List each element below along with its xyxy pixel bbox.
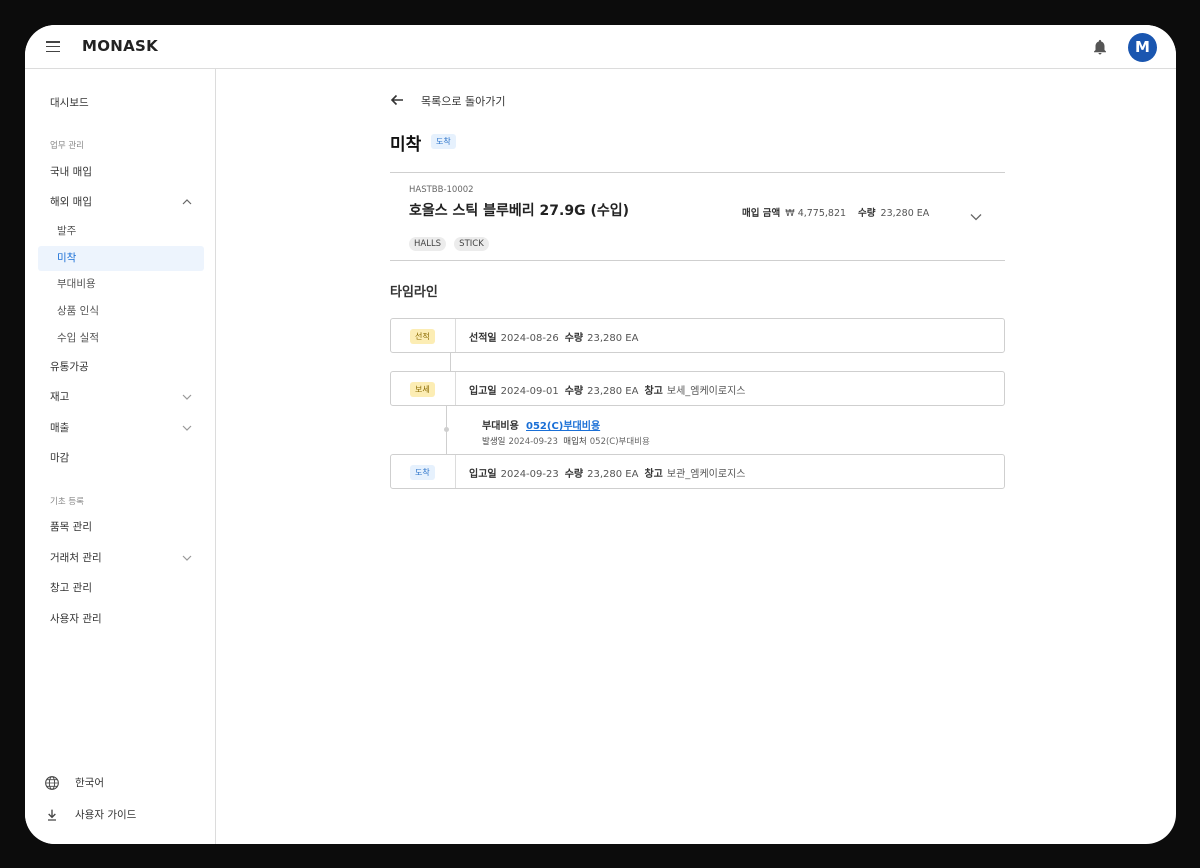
download-icon	[48, 809, 56, 821]
warehouse-label: 창고	[644, 386, 663, 397]
nav-sales-label: 매출	[50, 422, 70, 434]
warehouse-value: 보세_엠케이로지스	[666, 386, 746, 397]
chevron-down-icon	[182, 555, 192, 561]
qty-label: 수량	[858, 208, 876, 219]
nav-sub-pending[interactable]: 미착	[38, 246, 204, 271]
nav-dashboard[interactable]: 대시보드	[38, 91, 204, 116]
product-code: HASTBB-10002	[409, 185, 474, 195]
occurred-date-label: 발생일	[482, 437, 506, 447]
nav-section-base: 기초 등록	[50, 497, 84, 507]
qty-label: 수량	[564, 386, 584, 397]
product-summary-card[interactable]: HASTBB-10002 호올스 스틱 블루베리 27.9G (수입) HALL…	[390, 172, 1005, 261]
timeline-status-badge: 도착	[410, 465, 435, 480]
user-avatar[interactable]: M	[1128, 33, 1157, 62]
timeline-title: 타임라인	[390, 285, 438, 300]
timeline-dot	[444, 427, 449, 432]
product-name: 호올스 스틱 블루베리 27.9G (수입)	[409, 203, 630, 219]
date-value: 2024-09-01	[500, 386, 559, 397]
page-title: 미착	[390, 135, 422, 155]
tag-chip: STICK	[454, 237, 489, 251]
date-label: 입고일	[469, 469, 497, 480]
timeline-row: 선적 선적일 2024-08-26 수량 23,280 EA	[390, 318, 1005, 353]
product-tags: HALLS STICK	[409, 231, 492, 251]
timeline-connector	[450, 353, 451, 371]
app-screen: MONASK M 대시보드 업무 관리 국내 매입 해외 매입 발주 미착 부대…	[25, 25, 1176, 844]
nav-partners-label: 거래처 관리	[50, 552, 102, 564]
occurred-date: 2024-09-23	[508, 437, 558, 447]
qty-label: 수량	[564, 469, 584, 480]
sidebar: 대시보드 업무 관리 국내 매입 해외 매입 발주 미착 부대비용 상품 인식 …	[25, 69, 216, 844]
qty-value: 23,280 EA	[587, 386, 639, 397]
date-value: 2024-08-26	[500, 333, 559, 344]
chevron-down-icon	[182, 425, 192, 431]
timeline-row-details: 선적일 2024-08-26 수량 23,280 EA	[469, 329, 638, 344]
extra-cost-link[interactable]: 052(C)부대비용	[526, 421, 600, 432]
amount-label: 매입 금액	[742, 208, 781, 219]
timeline-row-details: 입고일 2024-09-23 수량 23,280 EA 창고 보관_엠케이로지스	[469, 465, 745, 480]
nav-section-work: 업무 관리	[50, 141, 84, 151]
chevron-up-icon	[182, 199, 192, 205]
timeline-status-badge: 보세	[410, 382, 435, 397]
nav-overseas-purchase[interactable]: 해외 매입	[38, 190, 204, 215]
back-label: 목록으로 돌아가기	[421, 95, 506, 108]
nav-sub-extra-cost[interactable]: 부대비용	[38, 272, 204, 297]
nav-inventory[interactable]: 재고	[38, 385, 204, 410]
extra-cost-entry: 부대비용 052(C)부대비용 발생일 2024-09-23 매입처 052(C)부…	[482, 417, 650, 447]
top-bar: MONASK M	[25, 25, 1176, 69]
nav-sub-import-record[interactable]: 수입 실적	[38, 326, 204, 351]
date-label: 입고일	[469, 386, 497, 397]
nav-warehouse[interactable]: 창고 관리	[38, 576, 204, 601]
qty-value: 23,280 EA	[587, 469, 639, 480]
timeline-status-badge: 선적	[410, 329, 435, 344]
nav-overseas-label: 해외 매입	[50, 196, 92, 208]
nav-domestic-purchase[interactable]: 국내 매입	[38, 160, 204, 185]
amount-value: ₩ 4,775,821	[785, 208, 847, 219]
nav-sub-order[interactable]: 발주	[38, 219, 204, 244]
timeline-row-details: 입고일 2024-09-01 수량 23,280 EA 창고 보세_엠케이로지스	[469, 382, 745, 397]
hamburger-menu-icon[interactable]	[46, 41, 60, 53]
qty-value: 23,280 EA	[880, 208, 930, 219]
nav-inventory-label: 재고	[50, 391, 70, 403]
nav-sales[interactable]: 매출	[38, 416, 204, 441]
qty-label: 수량	[564, 333, 584, 344]
vendor-value: 052(C)부대비용	[589, 437, 650, 447]
status-badge: 도착	[431, 134, 456, 149]
nav-items[interactable]: 품목 관리	[38, 515, 204, 540]
timeline-row: 보세 입고일 2024-09-01 수량 23,280 EA 창고 보세_엠케이로지스	[390, 371, 1005, 406]
nav-users[interactable]: 사용자 관리	[38, 607, 204, 632]
nav-closing[interactable]: 마감	[38, 446, 204, 471]
extra-cost-label: 부대비용	[482, 421, 519, 432]
qty-value: 23,280 EA	[587, 333, 639, 344]
warehouse-label: 창고	[644, 469, 663, 480]
main-content: 목록으로 돌아가기 미착 도착 HASTBB-10002 호올스 스틱 블루베리…	[217, 69, 1176, 844]
vendor-label: 매입처	[563, 437, 587, 447]
timeline-row: 도착 입고일 2024-09-23 수량 23,280 EA 창고 보관_엠케이로지스	[390, 454, 1005, 489]
user-guide-label: 사용자 가이드	[75, 809, 137, 821]
nav-distribution[interactable]: 유통가공	[38, 355, 204, 380]
nav-sub-product-recognition[interactable]: 상품 인식	[38, 299, 204, 324]
warehouse-value: 보관_엠케이로지스	[666, 469, 746, 480]
date-value: 2024-09-23	[500, 469, 559, 480]
language-label: 한국어	[75, 777, 104, 789]
chevron-down-icon[interactable]	[970, 213, 982, 221]
date-label: 선적일	[469, 333, 497, 344]
product-meta: 매입 금액 ₩ 4,775,821 수량 23,280 EA	[742, 205, 929, 219]
notification-bell-icon[interactable]	[1091, 38, 1109, 56]
nav-partners[interactable]: 거래처 관리	[38, 546, 204, 571]
brand-logo[interactable]: MONASK	[82, 37, 158, 55]
arrow-left-icon	[390, 94, 403, 106]
tag-chip: HALLS	[409, 237, 447, 251]
chevron-down-icon	[182, 394, 192, 400]
globe-icon	[45, 776, 59, 790]
